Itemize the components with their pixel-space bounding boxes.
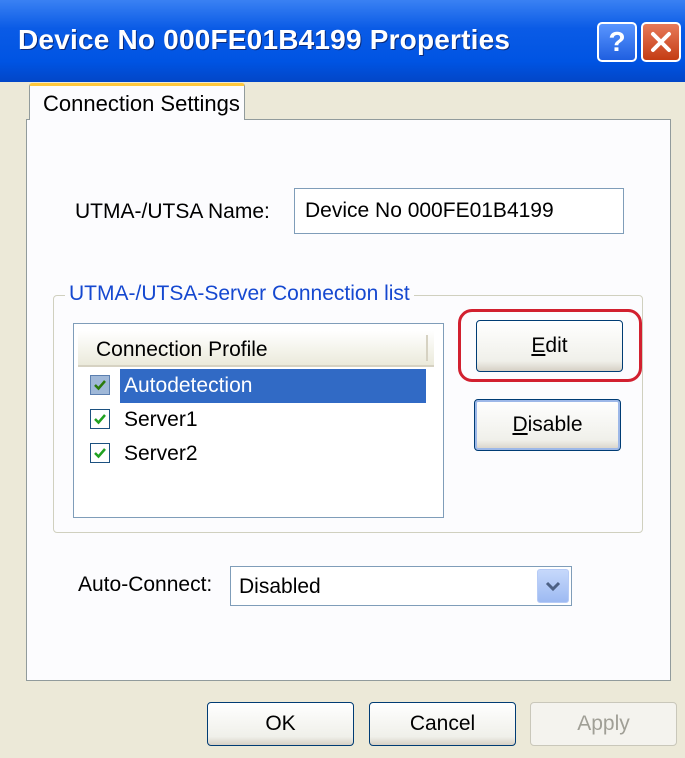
disable-label-rest: isable	[527, 413, 583, 436]
title-bar[interactable]: Device No 000FE01B4199 Properties ?	[0, 0, 685, 82]
apply-button[interactable]: Apply	[530, 702, 677, 746]
disable-button[interactable]: Disable	[474, 399, 621, 451]
auto-connect-value: Disabled	[239, 575, 321, 598]
help-button[interactable]: ?	[597, 22, 637, 62]
close-icon	[651, 32, 671, 52]
auto-connect-label: Auto-Connect:	[78, 573, 213, 596]
auto-connect-select[interactable]: Disabled	[230, 566, 572, 606]
cancel-button[interactable]: Cancel	[369, 702, 516, 746]
checkbox[interactable]	[90, 375, 110, 395]
group-title: UTMA-/UTSA-Server Connection list	[65, 282, 414, 306]
column-header[interactable]: Connection Profile	[78, 331, 434, 367]
disable-mnemonic: D	[512, 413, 528, 436]
list-item[interactable]: Server2	[84, 437, 436, 471]
column-separator[interactable]	[426, 335, 428, 361]
name-input-value: Device No 000FE01B4199	[305, 199, 554, 222]
window-title: Device No 000FE01B4199 Properties	[18, 24, 511, 55]
checkmark-icon	[94, 448, 106, 459]
tab-connection-settings[interactable]: Connection Settings	[29, 83, 245, 120]
edit-mnemonic: E	[531, 334, 546, 357]
checkmark-icon	[94, 414, 106, 425]
dropdown-button[interactable]	[537, 569, 569, 603]
edit-button[interactable]: Edit	[476, 320, 623, 372]
checkmark-icon	[94, 380, 106, 391]
close-button[interactable]	[641, 22, 681, 62]
name-label: UTMA-/UTSA Name:	[75, 200, 270, 223]
column-header-label: Connection Profile	[96, 338, 268, 361]
checkbox[interactable]	[90, 409, 110, 429]
checkbox[interactable]	[90, 443, 110, 463]
name-input[interactable]: Device No 000FE01B4199	[294, 188, 624, 234]
chevron-down-icon	[545, 581, 561, 592]
list-item-label: Server1	[124, 408, 198, 431]
list-item-label: Autodetection	[120, 369, 426, 403]
list-item[interactable]: Server1	[84, 403, 436, 437]
ok-button[interactable]: OK	[207, 702, 354, 746]
edit-label-rest: dit	[545, 334, 568, 357]
tab-label: Connection Settings	[43, 91, 240, 116]
list-item[interactable]: Autodetection	[84, 369, 436, 403]
list-item-label: Server2	[124, 442, 198, 465]
